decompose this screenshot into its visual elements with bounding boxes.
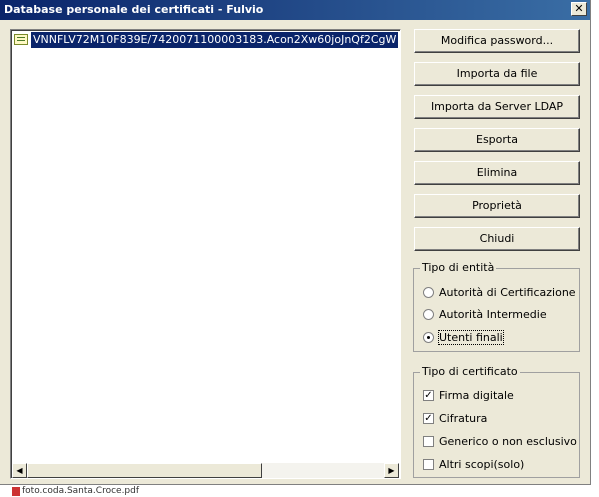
export-button[interactable]: Esporta bbox=[414, 128, 580, 152]
option-label: Autorità di Certificazione bbox=[439, 286, 576, 299]
title-bar[interactable]: Database personale dei certificati - Ful… bbox=[0, 0, 590, 20]
background-file-label: foto.coda.Santa.Croce.pdf bbox=[22, 486, 140, 496]
option-label: Cifratura bbox=[439, 412, 488, 425]
checkbox[interactable]: ✓ bbox=[423, 390, 434, 401]
option-label: Autorità Intermedie bbox=[439, 308, 547, 321]
radio-button[interactable] bbox=[423, 309, 434, 320]
entity-type-legend: Tipo di entità bbox=[420, 261, 497, 274]
certificate-type-legend: Tipo di certificato bbox=[420, 365, 520, 378]
checkbox[interactable] bbox=[423, 459, 434, 470]
certificate-list[interactable]: VNNFLV72M10F839E/7420071100003183.Acon2X… bbox=[10, 29, 401, 479]
certificate-label: VNNFLV72M10F839E/7420071100003183.Acon2X… bbox=[31, 32, 399, 48]
certificate-type-group: Tipo di certificato ✓ Firma digitale ✓ C… bbox=[413, 365, 580, 478]
horizontal-scrollbar[interactable]: ◀ ▶ bbox=[12, 463, 399, 478]
checkbox[interactable] bbox=[423, 436, 434, 447]
properties-button[interactable]: Proprietà bbox=[414, 194, 580, 218]
delete-button[interactable]: Elimina bbox=[414, 161, 580, 185]
option-label: Generico o non esclusivo bbox=[439, 435, 577, 448]
scroll-left-icon[interactable]: ◀ bbox=[12, 463, 27, 478]
certificate-database-dialog: Database personale dei certificati - Ful… bbox=[0, 0, 591, 485]
option-label: Firma digitale bbox=[439, 389, 514, 402]
window-title: Database personale dei certificati - Ful… bbox=[4, 3, 264, 16]
scroll-right-icon[interactable]: ▶ bbox=[384, 463, 399, 478]
option-label: Altri scopi(solo) bbox=[439, 458, 525, 471]
option-label: Utenti finali bbox=[438, 330, 504, 345]
radio-button[interactable] bbox=[423, 287, 434, 298]
import-file-button[interactable]: Importa da file bbox=[414, 62, 580, 86]
entity-type-group: Tipo di entità Autorità di Certificazion… bbox=[413, 261, 580, 352]
pdf-file-icon bbox=[12, 487, 20, 496]
change-password-button[interactable]: Modifica password... bbox=[414, 29, 580, 53]
import-ldap-button[interactable]: Importa da Server LDAP bbox=[414, 95, 580, 119]
checkbox[interactable]: ✓ bbox=[423, 413, 434, 424]
close-button[interactable]: Chiudi bbox=[414, 227, 580, 251]
radio-button-selected[interactable] bbox=[423, 332, 434, 343]
background-window-edge bbox=[591, 0, 599, 497]
scroll-thumb[interactable] bbox=[27, 463, 262, 478]
certificate-icon bbox=[14, 34, 28, 45]
close-icon[interactable]: ✕ bbox=[571, 2, 587, 16]
